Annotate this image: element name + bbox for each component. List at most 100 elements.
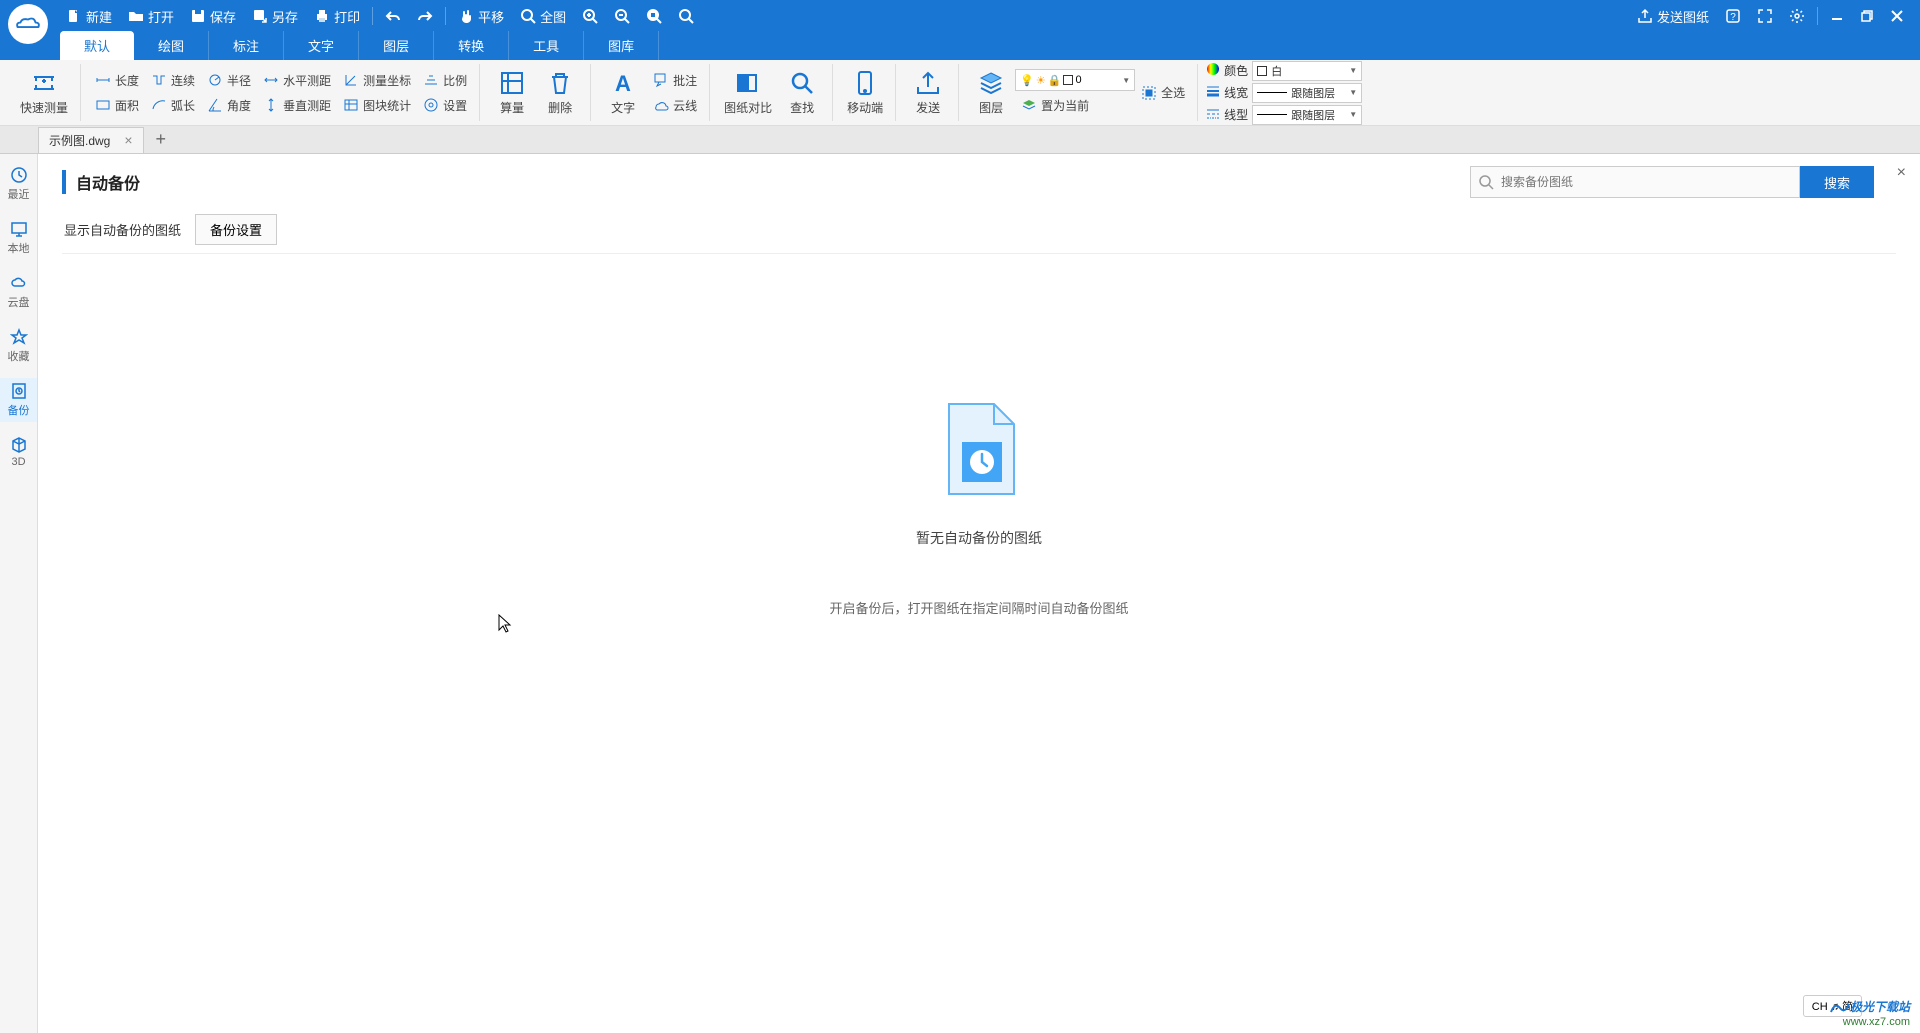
sidebar-item-cloud[interactable]: 云盘: [0, 270, 37, 314]
document-tabs: 示例图.dwg × +: [0, 126, 1920, 154]
settings-button[interactable]: [1781, 0, 1813, 32]
sidebar-item-favorites[interactable]: 收藏: [0, 324, 37, 368]
save-label: 保存: [210, 7, 236, 26]
length-button[interactable]: 长度: [89, 70, 145, 91]
close-panel-button[interactable]: ×: [1897, 164, 1906, 182]
layer-button[interactable]: 图层: [967, 67, 1015, 118]
pan-button[interactable]: 平移: [450, 0, 512, 32]
full-view-button[interactable]: 全图: [512, 0, 574, 32]
tab-annotate[interactable]: 标注: [209, 31, 284, 60]
hdist-button[interactable]: 水平测距: [257, 70, 337, 91]
maximize-button[interactable]: [1852, 0, 1882, 32]
sidebar-item-local[interactable]: 本地: [0, 216, 37, 260]
document-tab-name: 示例图.dwg: [49, 132, 110, 149]
layer-label: 图层: [979, 99, 1003, 116]
mobile-button[interactable]: 移动端: [841, 67, 889, 118]
continuous-label: 连续: [171, 72, 195, 89]
arc-button[interactable]: 弧长: [145, 95, 201, 116]
zoom-window-button[interactable]: [638, 0, 670, 32]
calc-button[interactable]: 算量: [488, 67, 536, 118]
set-current-button[interactable]: 置为当前: [1015, 95, 1135, 116]
send-drawing-button[interactable]: 发送图纸: [1629, 0, 1717, 32]
fullscreen-icon: [1757, 8, 1773, 24]
close-button[interactable]: [1882, 0, 1912, 32]
watermark-icon: [1830, 1000, 1850, 1016]
menu-bar: 默认 绘图 标注 文字 图层 转换 工具 图库: [0, 32, 1920, 60]
color-select[interactable]: 白▼: [1252, 61, 1362, 81]
fullscreen-button[interactable]: [1749, 0, 1781, 32]
tab-tools[interactable]: 工具: [509, 31, 584, 60]
coord-label: 测量坐标: [363, 72, 411, 89]
send-label: 发送图纸: [1657, 7, 1709, 26]
trash-icon: [546, 69, 574, 97]
close-tab-button[interactable]: ×: [124, 132, 132, 148]
cloud-button[interactable]: 云线: [647, 95, 703, 116]
zoom-out-button[interactable]: [606, 0, 638, 32]
tab-draw[interactable]: 绘图: [134, 31, 209, 60]
annotate-button[interactable]: 批注: [647, 70, 703, 91]
delete-label: 删除: [548, 99, 572, 116]
chevron-down-icon: ▼: [1349, 88, 1357, 97]
text-label: 文字: [611, 99, 635, 116]
zoom-select-button[interactable]: [670, 0, 702, 32]
new-label: 新建: [86, 7, 112, 26]
select-all-button[interactable]: 全选: [1135, 82, 1191, 103]
undo-button[interactable]: [377, 0, 409, 32]
layer-select[interactable]: 💡 ☀ 🔒 0 ▼: [1015, 69, 1135, 91]
print-button[interactable]: 打印: [306, 0, 368, 32]
tab-convert[interactable]: 转换: [434, 31, 509, 60]
watermark-text: 极光下载站: [1850, 1000, 1910, 1014]
find-button[interactable]: 查找: [778, 67, 826, 118]
compare-button[interactable]: 图纸对比: [718, 67, 778, 118]
radius-button[interactable]: 半径: [201, 70, 257, 91]
area-label: 面积: [115, 97, 139, 114]
area-button[interactable]: 面积: [89, 95, 145, 116]
send-label: 发送: [916, 99, 940, 116]
search-input[interactable]: [1470, 166, 1800, 198]
tab-text[interactable]: 文字: [284, 31, 359, 60]
linetype-select[interactable]: 跟随图层▼: [1252, 105, 1362, 125]
ratio-button[interactable]: 比例: [417, 70, 473, 91]
open-button[interactable]: 打开: [120, 0, 182, 32]
radius-icon: [207, 72, 223, 88]
blockstat-button[interactable]: 图块统计: [337, 95, 417, 116]
hdist-label: 水平测距: [283, 72, 331, 89]
lock-icon: 🔒: [1048, 74, 1062, 87]
help-button[interactable]: ?: [1717, 0, 1749, 32]
coord-button[interactable]: 测量坐标: [337, 70, 417, 91]
tab-show-backup[interactable]: 显示自动备份的图纸: [62, 216, 183, 243]
vdist-button[interactable]: 垂直测距: [257, 95, 337, 116]
quick-measure-button[interactable]: 快速测量: [14, 67, 74, 118]
saveas-button[interactable]: 另存: [244, 0, 306, 32]
text-button[interactable]: A 文字: [599, 67, 647, 118]
tab-default[interactable]: 默认: [60, 31, 134, 60]
delete-button[interactable]: 删除: [536, 67, 584, 118]
tab-gallery[interactable]: 图库: [584, 31, 659, 60]
tab-backup-settings[interactable]: 备份设置: [195, 214, 277, 245]
add-tab-button[interactable]: +: [146, 129, 177, 150]
redo-button[interactable]: [409, 0, 441, 32]
continuous-button[interactable]: 连续: [145, 70, 201, 91]
angle-button[interactable]: 角度: [201, 95, 257, 116]
text-icon: A: [609, 69, 637, 97]
tab-layer[interactable]: 图层: [359, 31, 434, 60]
sidebar-item-recent[interactable]: 最近: [0, 162, 37, 206]
lineweight-icon: [1206, 84, 1220, 101]
empty-state: 暂无自动备份的图纸 开启备份后，打开图纸在指定间隔时间自动备份图纸: [62, 394, 1896, 617]
new-button[interactable]: 新建: [58, 0, 120, 32]
chevron-down-icon: ▼: [1122, 76, 1130, 85]
send-button[interactable]: 发送: [904, 67, 952, 118]
lineweight-select[interactable]: 跟随图层▼: [1252, 83, 1362, 103]
sidebar: 最近 本地 云盘 收藏 备份 3D: [0, 154, 38, 1033]
settings-ribbon-button[interactable]: 设置: [417, 95, 473, 116]
zoom-in-button[interactable]: [574, 0, 606, 32]
vdist-icon: [263, 97, 279, 113]
sidebar-item-backup[interactable]: 备份: [0, 378, 37, 422]
search-button[interactable]: 搜索: [1800, 166, 1874, 198]
area-icon: [95, 97, 111, 113]
compare-icon: [734, 69, 762, 97]
document-tab[interactable]: 示例图.dwg ×: [38, 127, 144, 153]
sidebar-item-3d[interactable]: 3D: [0, 432, 37, 472]
save-button[interactable]: 保存: [182, 0, 244, 32]
minimize-button[interactable]: [1822, 0, 1852, 32]
